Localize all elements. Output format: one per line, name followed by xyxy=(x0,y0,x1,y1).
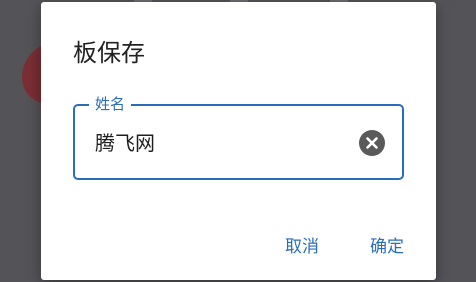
ok-button[interactable]: 确定 xyxy=(366,232,408,262)
name-input[interactable] xyxy=(95,128,345,158)
dialog-title: 板保存 xyxy=(73,39,145,67)
clear-icon[interactable] xyxy=(359,130,385,156)
name-field[interactable]: 姓名 xyxy=(73,95,404,180)
screen: 板保存 姓名 取消 确定 xyxy=(0,0,476,282)
cancel-button[interactable]: 取消 xyxy=(281,232,323,262)
save-dialog: 板保存 姓名 取消 确定 xyxy=(41,2,436,280)
name-field-label: 姓名 xyxy=(89,95,132,113)
